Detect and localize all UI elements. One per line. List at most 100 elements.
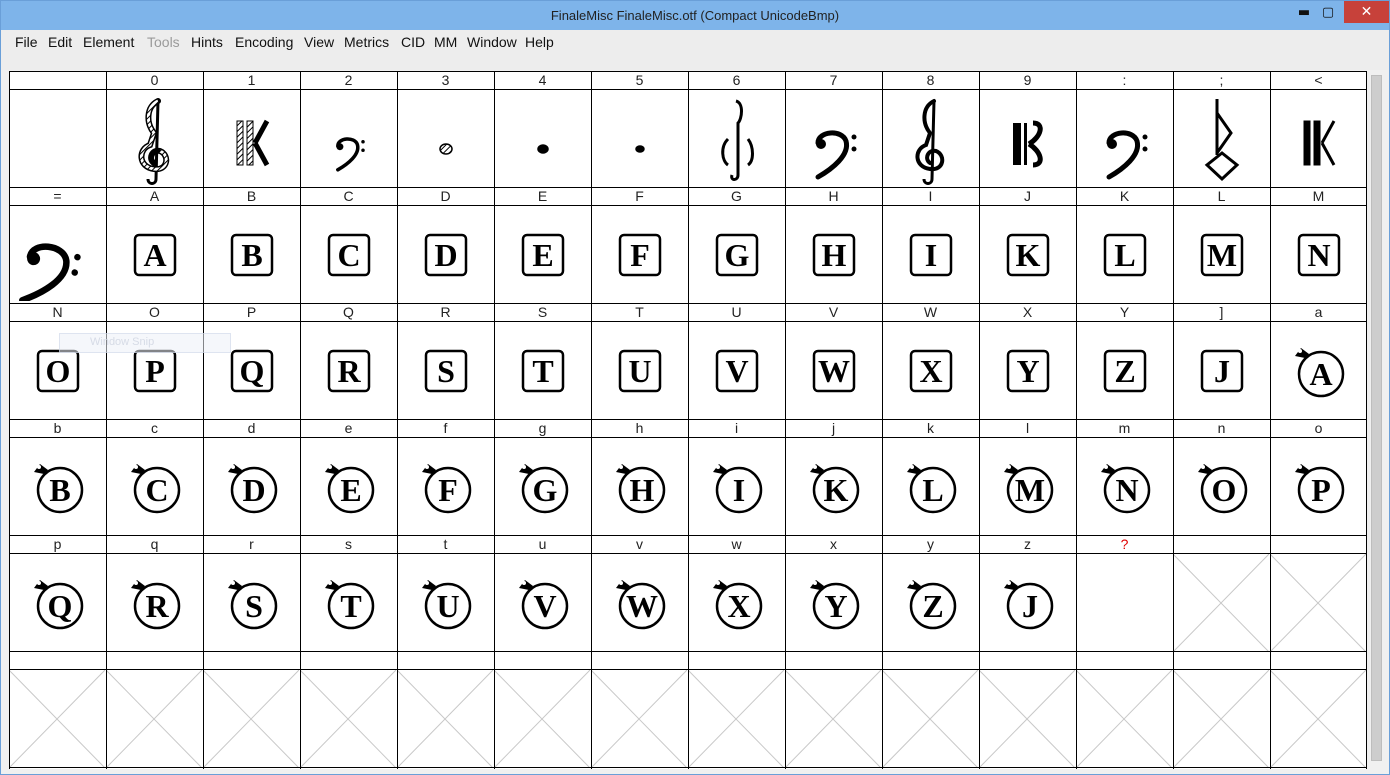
circled-letter-glyph[interactable]: LL xyxy=(882,438,979,535)
boxed-letter-glyph[interactable]: FF xyxy=(591,206,688,303)
menu-tools[interactable]: Tools xyxy=(147,34,180,50)
boxed-letter-glyph[interactable]: AA xyxy=(106,206,203,303)
vertical-scrollbar[interactable] xyxy=(1368,71,1386,769)
circled-letter-glyph[interactable]: II xyxy=(688,438,785,535)
circled-letter-glyph[interactable]: WW xyxy=(591,554,688,651)
menu-window[interactable]: Window xyxy=(467,34,517,50)
unencoded-slot[interactable] xyxy=(397,670,494,768)
circled-letter-glyph[interactable]: GG xyxy=(494,438,591,535)
treble-clef-icon[interactable] xyxy=(882,90,979,187)
boxed-letter-glyph[interactable]: WW xyxy=(785,322,882,419)
script-clef-icon[interactable] xyxy=(688,90,785,187)
boxed-letter-glyph[interactable]: GG xyxy=(688,206,785,303)
close-button[interactable]: ✕ xyxy=(1344,1,1389,23)
alto-clef-icon[interactable] xyxy=(979,90,1076,187)
boxed-letter-glyph[interactable]: JJ xyxy=(1173,322,1270,419)
circled-letter-glyph[interactable]: SS xyxy=(203,554,300,651)
unencoded-slot[interactable] xyxy=(1270,670,1367,768)
unencoded-slot[interactable] xyxy=(882,670,979,768)
boxed-letter-glyph[interactable]: CC xyxy=(300,206,397,303)
bass-clef-small-icon[interactable] xyxy=(300,90,397,187)
circled-letter-glyph[interactable]: AA xyxy=(1270,322,1367,419)
circled-letter-glyph[interactable]: VV xyxy=(494,554,591,651)
circled-letter-glyph[interactable]: NN xyxy=(1076,438,1173,535)
boxed-letter-glyph[interactable]: DD xyxy=(397,206,494,303)
boxed-letter-glyph[interactable]: KK xyxy=(979,206,1076,303)
circled-letter-glyph[interactable]: PP xyxy=(1270,438,1367,535)
unencoded-slot[interactable] xyxy=(1076,670,1173,768)
menu-edit[interactable]: Edit xyxy=(48,34,72,50)
menu-mm[interactable]: MM xyxy=(434,34,457,50)
bass-clef-icon[interactable] xyxy=(785,90,882,187)
boxed-letter-glyph[interactable]: ZZ xyxy=(1076,322,1173,419)
circled-letter-glyph[interactable]: UU xyxy=(397,554,494,651)
boxed-letter-glyph[interactable]: II xyxy=(882,206,979,303)
circled-letter-glyph[interactable]: KK xyxy=(785,438,882,535)
circled-letter-glyph[interactable]: CC xyxy=(106,438,203,535)
boxed-letter-glyph[interactable]: SS xyxy=(397,322,494,419)
circled-letter-glyph[interactable]: BB xyxy=(9,438,106,535)
circled-letter-glyph[interactable]: FF xyxy=(397,438,494,535)
circled-letter-glyph[interactable]: EE xyxy=(300,438,397,535)
menu-cid[interactable]: CID xyxy=(401,34,425,50)
boxed-letter-glyph[interactable]: NN xyxy=(1270,206,1367,303)
empty-glyph-slot[interactable] xyxy=(9,90,106,187)
unencoded-slot[interactable] xyxy=(1173,554,1270,652)
percussion-clef-icon[interactable] xyxy=(1270,90,1367,187)
percussion-clef-hatched-icon[interactable] xyxy=(203,90,300,187)
unencoded-slot[interactable] xyxy=(591,670,688,768)
unencoded-slot[interactable] xyxy=(494,670,591,768)
menu-hints[interactable]: Hints xyxy=(191,34,223,50)
boxed-letter-glyph[interactable]: LL xyxy=(1076,206,1173,303)
unencoded-slot[interactable] xyxy=(785,670,882,768)
circled-letter-glyph[interactable]: OO xyxy=(1173,438,1270,535)
dot-tiny-icon[interactable] xyxy=(591,90,688,187)
boxed-letter-glyph[interactable]: UU xyxy=(591,322,688,419)
dot-hatched-icon[interactable] xyxy=(397,90,494,187)
bass-clef-bold-icon[interactable] xyxy=(9,206,106,303)
menu-metrics[interactable]: Metrics xyxy=(344,34,389,50)
boxed-letter-glyph[interactable]: YY xyxy=(979,322,1076,419)
unencoded-slot[interactable] xyxy=(106,670,203,768)
menu-file[interactable]: File xyxy=(15,34,38,50)
empty-glyph-slot[interactable] xyxy=(1076,554,1173,651)
circled-letter-glyph[interactable]: RR xyxy=(106,554,203,651)
circled-letter-glyph[interactable]: HH xyxy=(591,438,688,535)
menu-element[interactable]: Element xyxy=(83,34,134,50)
menu-help[interactable]: Help xyxy=(525,34,554,50)
scrollbar-thumb[interactable] xyxy=(1371,75,1382,761)
title-bar[interactable]: FinaleMisc FinaleMisc.otf (Compact Unico… xyxy=(1,1,1389,30)
circled-letter-glyph[interactable]: JJ xyxy=(979,554,1076,651)
circled-letter-glyph[interactable]: TT xyxy=(300,554,397,651)
bass-clef-icon[interactable] xyxy=(1076,90,1173,187)
boxed-letter-glyph[interactable]: XX xyxy=(882,322,979,419)
unencoded-slot[interactable] xyxy=(1173,670,1270,768)
menu-encoding[interactable]: Encoding xyxy=(235,34,293,50)
circled-letter-glyph[interactable]: DD xyxy=(203,438,300,535)
boxed-letter-glyph[interactable]: EE xyxy=(494,206,591,303)
unencoded-slot[interactable] xyxy=(1270,554,1367,652)
glyph-grid[interactable]: 0123456789:;<=AAABBBCCCDDDEEEFFFGGGHHHII… xyxy=(9,71,1367,769)
boxed-letter-glyph[interactable]: BB xyxy=(203,206,300,303)
diamond-clef-icon[interactable] xyxy=(1173,90,1270,187)
boxed-letter-glyph[interactable]: MM xyxy=(1173,206,1270,303)
boxed-letter-glyph[interactable]: HH xyxy=(785,206,882,303)
unencoded-slot[interactable] xyxy=(688,670,785,768)
boxed-letter-glyph[interactable]: TT xyxy=(494,322,591,419)
circled-letter-glyph[interactable]: XX xyxy=(688,554,785,651)
unencoded-slot[interactable] xyxy=(9,670,106,768)
boxed-letter-glyph[interactable]: VV xyxy=(688,322,785,419)
unencoded-slot[interactable] xyxy=(203,670,300,768)
dot-small-icon[interactable] xyxy=(494,90,591,187)
maximize-button[interactable]: ▢ xyxy=(1314,1,1342,23)
unencoded-slot[interactable] xyxy=(300,670,397,768)
circled-letter-glyph[interactable]: QQ xyxy=(9,554,106,651)
treble-clef-hatched-icon[interactable] xyxy=(106,90,203,187)
glyph-label: = xyxy=(53,188,62,204)
circled-letter-glyph[interactable]: YY xyxy=(785,554,882,651)
boxed-letter-glyph[interactable]: RR xyxy=(300,322,397,419)
circled-letter-glyph[interactable]: ZZ xyxy=(882,554,979,651)
unencoded-slot[interactable] xyxy=(979,670,1076,768)
menu-view[interactable]: View xyxy=(304,34,334,50)
circled-letter-glyph[interactable]: MM xyxy=(979,438,1076,535)
